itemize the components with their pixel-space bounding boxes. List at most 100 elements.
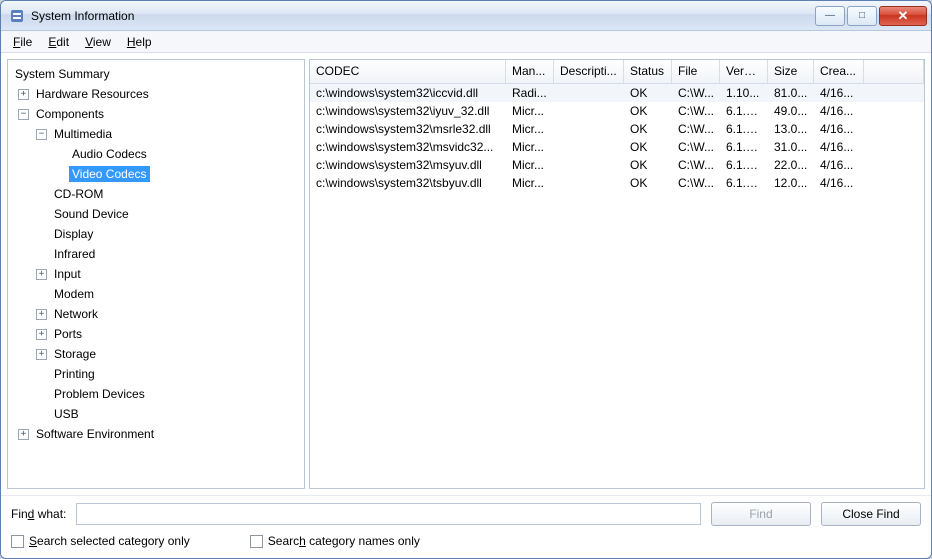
search-names-label: Search category names only [268, 534, 420, 548]
cell-codec: c:\windows\system32\iyuv_32.dll [310, 103, 506, 119]
tree-input[interactable]: Input [51, 266, 84, 282]
cell-status: OK [624, 103, 672, 119]
content-area: System Summary +Hardware Resources −Comp… [1, 53, 931, 495]
menu-view[interactable]: View [77, 33, 119, 51]
tree-printing[interactable]: Printing [51, 366, 98, 382]
cell-ver: 6.1.7... [720, 121, 768, 137]
cell-status: OK [624, 121, 672, 137]
search-selected-category-checkbox[interactable]: Search selected category only [11, 534, 190, 548]
column-version[interactable]: Versi... [720, 60, 768, 83]
close-find-label: Close Find [842, 507, 899, 521]
tree-system-summary[interactable]: System Summary [12, 66, 113, 82]
column-size[interactable]: Size [768, 60, 814, 83]
menu-help-rest: elp [136, 35, 152, 49]
column-manufacturer[interactable]: Man... [506, 60, 554, 83]
column-description[interactable]: Descripti... [554, 60, 624, 83]
cell-file: C:\W... [672, 157, 720, 173]
cell-size: 81.0... [768, 85, 814, 101]
table-row[interactable]: c:\windows\system32\msyuv.dllMicr...OKC:… [310, 156, 924, 174]
maximize-button[interactable]: □ [847, 6, 877, 26]
cell-crea: 4/16... [814, 103, 864, 119]
cell-man: Micr... [506, 103, 554, 119]
cell-file: C:\W... [672, 85, 720, 101]
table-row[interactable]: c:\windows\system32\iccvid.dllRadi... OKC… [310, 84, 924, 102]
tree-cdrom[interactable]: CD-ROM [51, 186, 106, 202]
expander-icon[interactable]: + [36, 349, 47, 360]
tree-sound-device[interactable]: Sound Device [51, 206, 132, 222]
menu-bar: File Edit View Help [1, 31, 931, 53]
expander-icon[interactable]: − [36, 129, 47, 140]
column-status[interactable]: Status [624, 60, 672, 83]
tree-usb[interactable]: USB [51, 406, 82, 422]
cell-crea: 4/16... [814, 139, 864, 155]
cell-status: OK [624, 139, 672, 155]
cell-size: 31.0... [768, 139, 814, 155]
menu-edit-rest: dit [56, 35, 69, 49]
find-input[interactable] [76, 503, 701, 525]
tree-network[interactable]: Network [51, 306, 101, 322]
table-row[interactable]: c:\windows\system32\tsbyuv.dllMicr...OKC… [310, 174, 924, 192]
expander-icon[interactable]: + [36, 329, 47, 340]
tree-modem[interactable]: Modem [51, 286, 97, 302]
expander-icon[interactable]: + [36, 309, 47, 320]
list-body[interactable]: c:\windows\system32\iccvid.dllRadi...OKC… [310, 84, 924, 488]
tree-video-codecs[interactable]: Video Codecs [69, 166, 150, 182]
tree-infrared[interactable]: Infrared [51, 246, 98, 262]
column-created[interactable]: Crea... [814, 60, 864, 83]
cell-man: Radi... [506, 85, 554, 101]
tree-storage[interactable]: Storage [51, 346, 99, 362]
app-icon [9, 8, 25, 24]
tree-audio-codecs[interactable]: Audio Codecs [69, 146, 150, 162]
cell-desc [554, 110, 624, 112]
tree-hardware-resources[interactable]: Hardware Resources [33, 86, 152, 102]
expander-icon[interactable]: + [18, 89, 29, 100]
titlebar[interactable]: System Information — □ ✕ [1, 1, 931, 31]
cell-desc [554, 182, 624, 184]
tree-software-environment[interactable]: Software Environment [33, 426, 157, 442]
find-button-label: Find [749, 507, 772, 521]
cell-status: OK [624, 85, 672, 101]
column-codec[interactable]: CODEC [310, 60, 506, 83]
cell-codec: c:\windows\system32\msvidc32... [310, 139, 506, 155]
column-header-row: CODEC Man... Descripti... Status File Ve… [310, 60, 924, 84]
close-button[interactable]: ✕ [879, 6, 927, 26]
tree-problem-devices[interactable]: Problem Devices [51, 386, 148, 402]
cell-file: C:\W... [672, 175, 720, 191]
window-frame: System Information — □ ✕ File Edit View … [0, 0, 932, 559]
cell-man: Micr... [506, 157, 554, 173]
cell-codec: c:\windows\system32\msrle32.dll [310, 121, 506, 137]
tree-ports[interactable]: Ports [51, 326, 85, 342]
cell-ver: 6.1.7... [720, 139, 768, 155]
cell-ver: 6.1.7... [720, 103, 768, 119]
expander-icon[interactable]: + [18, 429, 29, 440]
search-selected-label: Search selected category only [29, 534, 190, 548]
menu-file[interactable]: File [5, 33, 40, 51]
cell-desc [554, 146, 624, 148]
search-category-names-checkbox[interactable]: Search category names only [250, 534, 420, 548]
cell-codec: c:\windows\system32\tsbyuv.dll [310, 175, 506, 191]
cell-crea: 4/16... [814, 121, 864, 137]
close-find-button[interactable]: Close Find [821, 502, 921, 526]
expander-icon[interactable]: + [36, 269, 47, 280]
cell-man: Micr... [506, 121, 554, 137]
tree-multimedia[interactable]: Multimedia [51, 126, 115, 142]
expander-icon[interactable]: − [18, 109, 29, 120]
table-row[interactable]: c:\windows\system32\msrle32.dllMicr... OK… [310, 120, 924, 138]
cell-codec: c:\windows\system32\iccvid.dll [310, 85, 506, 101]
details-panel: CODEC Man... Descripti... Status File Ve… [309, 59, 925, 489]
table-row[interactable]: c:\windows\system32\msvidc32...Micr...OK… [310, 138, 924, 156]
tree-components[interactable]: Components [33, 106, 107, 122]
column-file[interactable]: File [672, 60, 720, 83]
cell-file: C:\W... [672, 103, 720, 119]
table-row[interactable]: c:\windows\system32\iyuv_32.dllMicr... OK… [310, 102, 924, 120]
tree-display[interactable]: Display [51, 226, 96, 242]
find-button[interactable]: Find [711, 502, 811, 526]
cell-crea: 4/16... [814, 85, 864, 101]
menu-help[interactable]: Help [119, 33, 160, 51]
minimize-button[interactable]: — [815, 6, 845, 26]
cell-crea: 4/16... [814, 175, 864, 191]
cell-size: 13.0... [768, 121, 814, 137]
cell-status: OK [624, 157, 672, 173]
tree-panel[interactable]: System Summary +Hardware Resources −Comp… [7, 59, 305, 489]
menu-edit[interactable]: Edit [40, 33, 77, 51]
